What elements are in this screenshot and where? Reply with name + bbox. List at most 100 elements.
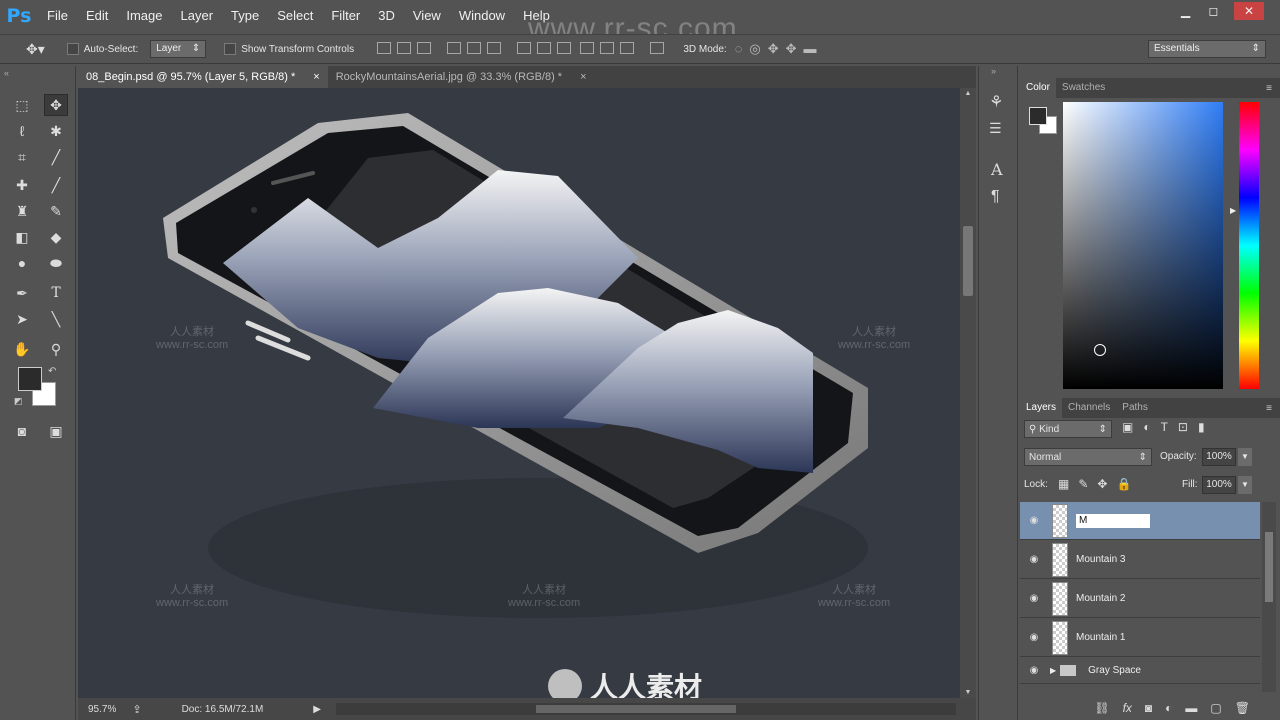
layer-name-input[interactable]: M [1076,513,1150,528]
paint-bucket-icon[interactable]: ◆ [44,226,68,248]
layer-filter-dropdown[interactable]: ⚲ Kind ⇕ [1024,420,1112,438]
new-layer-icon[interactable]: ▢ [1210,701,1221,715]
layer-row[interactable]: ◉ Mountain 3 [1020,541,1260,579]
crop-tool-icon[interactable]: ⌗ [10,146,34,168]
opacity-field[interactable]: 100% [1202,448,1236,466]
auto-select-dropdown[interactable]: Layer ⇕ [150,40,207,58]
layer-mask-icon[interactable]: ◙ [1145,701,1152,715]
scroll-thumb[interactable] [536,705,736,713]
layer-row-editing[interactable]: ◉ M [1020,502,1260,540]
hue-slider[interactable] [1239,102,1259,389]
align-right-icon[interactable] [487,41,502,54]
tab-swatches[interactable]: Swatches [1056,78,1111,98]
status-menu-icon[interactable]: ▶ [313,704,321,715]
align-left-icon[interactable] [447,41,462,54]
hand-tool-icon[interactable]: ✋ [10,338,34,360]
opacity-arrow-icon[interactable]: ▼ [1238,448,1252,466]
sponge-tool-icon[interactable]: ⬬ [44,252,68,274]
character-panel-icon[interactable]: A [991,160,1003,179]
layer-row[interactable]: ◉ Mountain 2 [1020,580,1260,618]
hue-slider-handle[interactable]: ▶ [1230,206,1236,215]
healing-brush-icon[interactable]: ✚ [10,174,34,196]
screen-mode-icon[interactable]: ▣ [44,420,68,442]
lasso-tool-icon[interactable]: ℓ [10,120,34,142]
brush-tool-icon[interactable]: ╱ [44,174,68,196]
panel-menu-icon[interactable]: ≡ [1266,403,1272,414]
history-panel-icon[interactable]: ⚘ [989,92,1003,112]
fill-field[interactable]: 100% [1202,476,1236,494]
close-tab-icon[interactable]: × [313,66,319,88]
tab-paths[interactable]: Paths [1116,398,1154,418]
layers-scrollbar[interactable] [1262,502,1276,692]
properties-panel-icon[interactable]: ☰ [989,120,1002,137]
quick-mask-icon[interactable]: ◙ [10,420,34,442]
color-picker-marker[interactable] [1094,344,1106,356]
fx-icon[interactable]: fx [1123,701,1132,715]
tab-08-begin[interactable]: 08_Begin.psd @ 95.7% (Layer 5, RGB/8) * … [78,66,328,88]
menu-layer[interactable]: Layer [172,0,223,32]
scroll-thumb[interactable] [963,226,973,296]
distribute-top-icon[interactable] [517,41,532,54]
tab-rocky-mountains[interactable]: RockyMountainsAerial.jpg @ 33.3% (RGB/8)… [328,66,595,88]
visibility-eye-icon[interactable]: ◉ [1020,593,1048,604]
fg-color-chip[interactable] [1029,107,1047,125]
magic-wand-icon[interactable]: ✱ [44,120,68,142]
type-tool-icon[interactable]: T [44,282,68,304]
zoom-tool-icon[interactable]: ⚲ [44,338,68,360]
distribute-bottom-icon[interactable] [557,41,572,54]
auto-select-toggle[interactable]: Auto-Select: [66,43,138,55]
distribute-hcenter-icon[interactable] [600,41,615,54]
menu-type[interactable]: Type [222,0,268,32]
menu-3d[interactable]: 3D [369,0,404,32]
auto-select-checkbox[interactable] [66,43,79,55]
panel-menu-icon[interactable]: ≡ [1266,83,1272,94]
align-bottom-icon[interactable] [417,41,432,54]
clone-stamp-icon[interactable]: ♜ [10,200,34,222]
swap-colors-icon[interactable]: ↶ [48,366,56,377]
align-hcenter-icon[interactable] [467,41,482,54]
eraser-icon[interactable]: ◧ [10,226,34,248]
layer-group-row[interactable]: ◉ ▶ Gray Space [1020,658,1260,684]
collapse-icon[interactable]: « [4,68,9,78]
menu-filter[interactable]: Filter [322,0,369,32]
color-field[interactable] [1063,102,1223,389]
document-canvas[interactable]: 人人素材 www.rr-sc.com 人人素材 www.rr-sc.com 人人素材… [78,88,960,698]
visibility-eye-icon[interactable]: ◉ [1020,554,1048,565]
align-icons[interactable] [374,41,667,57]
marquee-tool-icon[interactable]: ⬚ [10,94,34,116]
collapse-icon[interactable]: » [991,66,996,76]
transform-checkbox[interactable] [224,43,237,55]
link-layers-icon[interactable]: ⛓ [1094,701,1109,715]
restore-button[interactable]: ◻ [1200,2,1227,20]
menu-select[interactable]: Select [268,0,322,32]
canvas-vertical-scrollbar[interactable]: ▲ ▼ [960,88,976,698]
distribute-left-icon[interactable] [580,41,595,54]
visibility-eye-icon[interactable]: ◉ [1020,515,1048,526]
foreground-color-swatch[interactable] [18,367,42,391]
3d-mode-icons[interactable]: ◌◎✥✥▬ [735,41,824,57]
zoom-level[interactable]: 95.7% [88,704,116,715]
eyedropper-icon[interactable]: ╱ [44,146,68,168]
scroll-up-icon[interactable]: ▲ [960,90,976,97]
lock-icons[interactable]: ▦✎✥🔒 [1058,477,1140,491]
delete-layer-icon[interactable]: 🗑 [1235,701,1250,715]
menu-window[interactable]: Window [450,0,514,32]
align-vcenter-icon[interactable] [397,41,412,54]
line-tool-icon[interactable]: ╲ [44,308,68,330]
close-tab-icon[interactable]: × [580,66,586,88]
menu-file[interactable]: File [38,0,77,32]
close-window-button[interactable]: ✕ [1234,2,1264,20]
minimize-button[interactable]: ▁ [1172,2,1199,20]
default-colors-icon[interactable]: ◩ [14,396,23,407]
canvas-horizontal-scrollbar[interactable] [336,703,956,715]
pen-tool-icon[interactable]: ✒ [10,282,34,304]
layer-row[interactable]: ◉ Mountain 1 [1020,619,1260,657]
expand-group-icon[interactable]: ▶ [1050,666,1056,675]
path-select-icon[interactable]: ➤ [10,308,34,330]
history-brush-icon[interactable]: ✎ [44,200,68,222]
new-group-icon[interactable]: ▬ [1185,701,1197,715]
tab-color[interactable]: Color [1020,78,1056,98]
transform-controls-toggle[interactable]: Show Transform Controls [224,43,354,55]
move-tool-icon[interactable]: ✥▾ [26,41,45,58]
fill-arrow-icon[interactable]: ▼ [1238,476,1252,494]
